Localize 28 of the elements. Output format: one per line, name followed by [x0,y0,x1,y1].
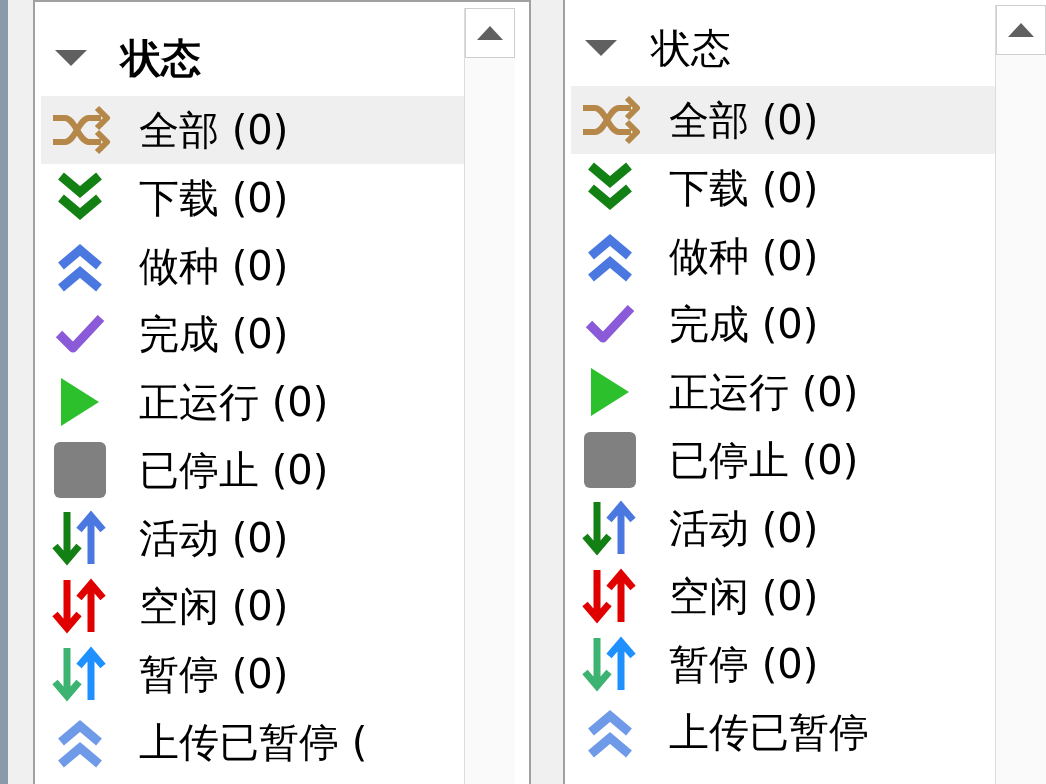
filter-item[interactable]: 正运行 (0) [41,368,464,436]
filter-item[interactable]: 已停止 (0) [571,426,995,494]
filter-item[interactable]: 下载 (0) [41,164,464,232]
filter-item[interactable]: 完成 (0) [571,290,995,358]
filter-item[interactable]: 上传已暂停 [571,698,995,766]
scroll-up-button[interactable] [465,8,515,58]
scroll-up-button[interactable] [996,5,1046,55]
filter-item[interactable]: 活动 (0) [41,504,464,572]
scrollbar[interactable] [995,5,1046,784]
filter-item[interactable]: 暂停 (0) [571,630,995,698]
up-arrow-icon [1006,22,1036,38]
filter-item[interactable]: 空闲 (0) [41,572,464,640]
filter-item[interactable]: 活动 (0) [571,494,995,562]
up-arrow-icon [475,25,505,41]
filter-item[interactable]: 上传已暂停 ( [41,708,464,776]
filter-item[interactable]: 全部 (0) [41,96,464,164]
section-header: 状态 [651,23,731,73]
filter-item[interactable]: 暂停 (0) [41,640,464,708]
section-header: 状态 [121,33,201,83]
filter-item[interactable]: 正运行 (0) [571,358,995,426]
filter-item[interactable]: 做种 (0) [571,222,995,290]
filter-item[interactable]: 空闲 (0) [571,562,995,630]
filter-item[interactable]: 完成 (0) [41,300,464,368]
filter-item[interactable]: 做种 (0) [41,232,464,300]
filter-item[interactable]: 全部 (0) [571,86,995,154]
filter-item[interactable]: 下载 (0) [571,154,995,222]
scrollbar[interactable] [464,8,515,784]
filter-item[interactable]: 已停止 (0) [41,436,464,504]
